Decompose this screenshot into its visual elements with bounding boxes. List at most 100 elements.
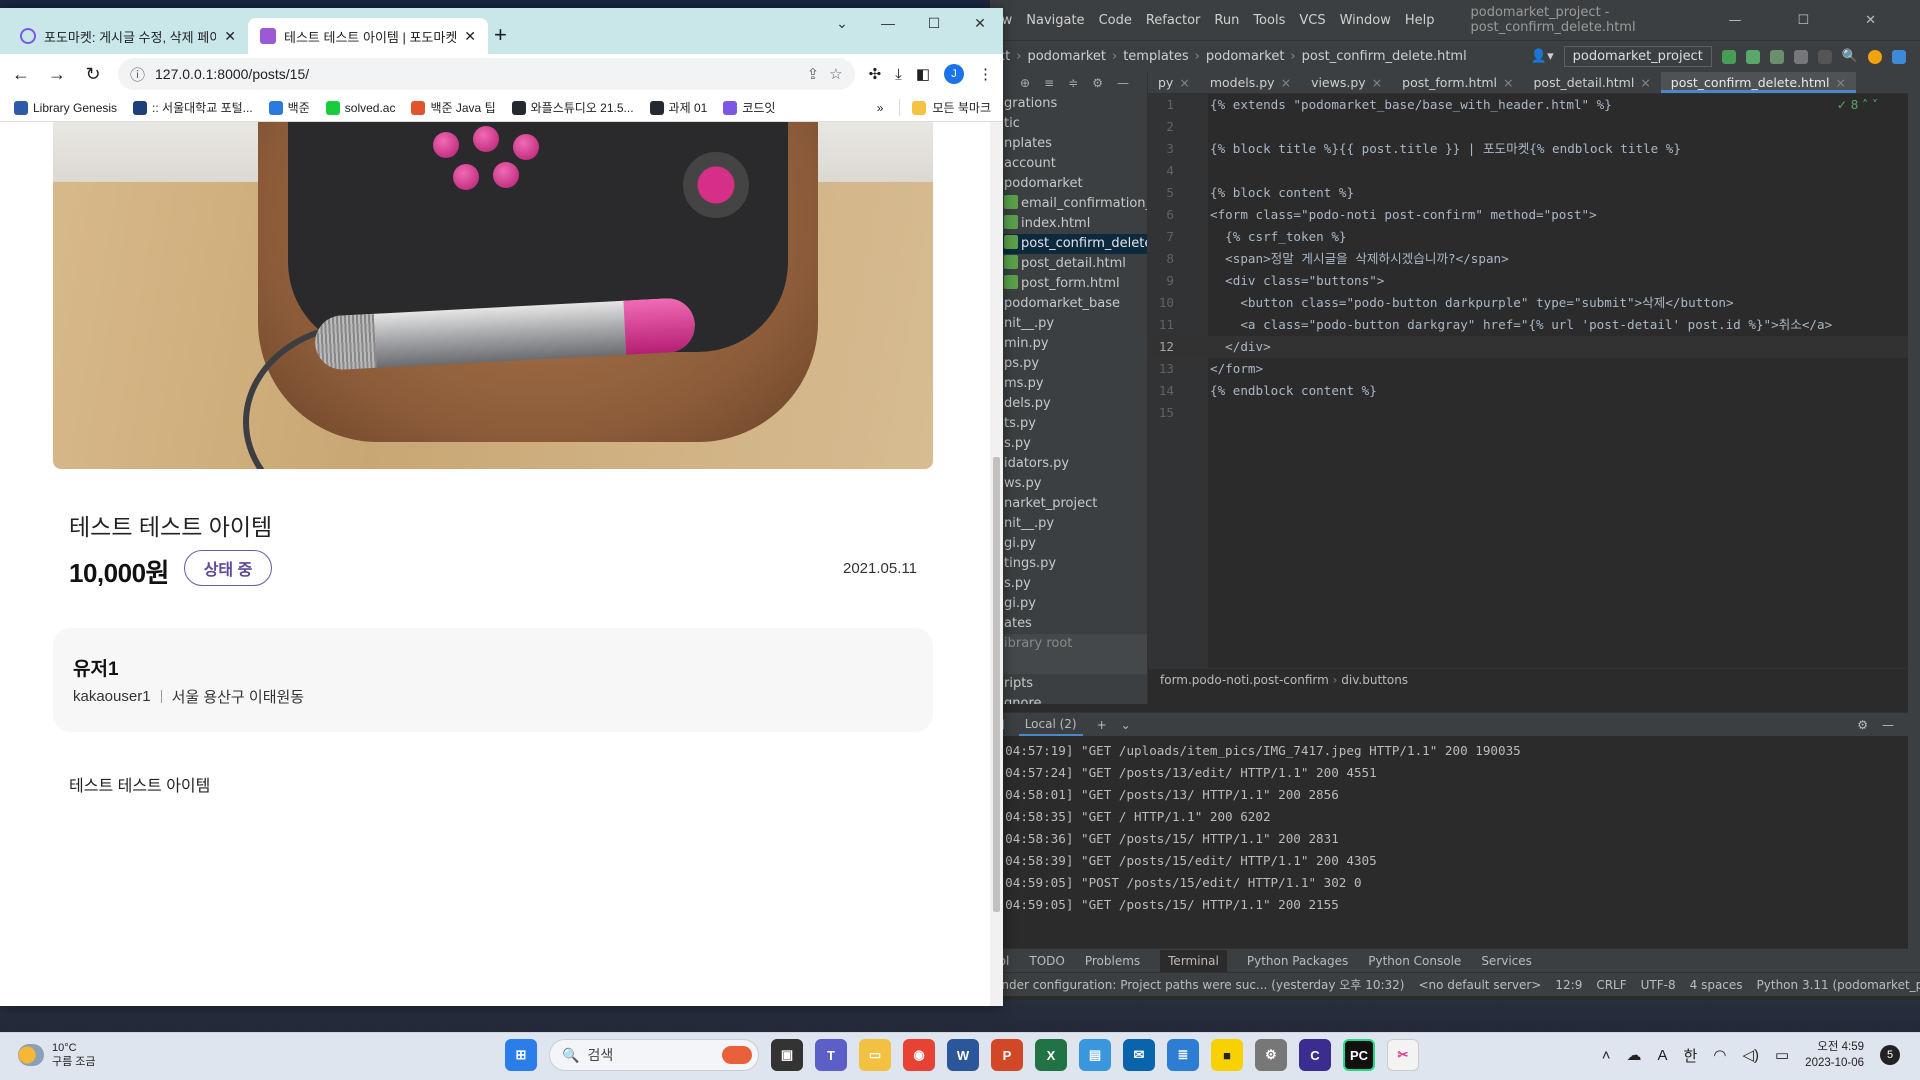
project-tree-item[interactable]: ts.py (990, 414, 1147, 434)
status-indent[interactable]: 4 spaces (1690, 978, 1743, 992)
project-tree-item[interactable]: ripts (990, 674, 1147, 694)
project-tree-item[interactable]: tic (990, 114, 1147, 134)
code-line[interactable]: 12 </div> (1148, 336, 1908, 358)
project-tree-item[interactable]: post_detail.html (990, 254, 1147, 274)
side-panel-icon[interactable]: ◧ (916, 65, 930, 83)
bookmark-item[interactable]: solved.ac (325, 100, 395, 115)
terminal-output[interactable]: 3 04:57:19] "GET /uploads/item_pics/IMG_… (990, 736, 1908, 946)
project-tree-item[interactable]: tings.py (990, 554, 1147, 574)
tool-window-tab[interactable]: Problems (1085, 954, 1140, 968)
editor-tab[interactable]: models.py × (1200, 72, 1301, 93)
project-tree-item[interactable]: nit__.py (990, 514, 1147, 534)
project-tree-item[interactable]: grations (990, 94, 1147, 114)
project-tree-item[interactable] (990, 654, 1147, 674)
status-position[interactable]: 12:9 (1555, 978, 1582, 992)
close-tab-icon[interactable]: ✕ (464, 28, 476, 45)
start-icon[interactable]: ⊞ (505, 1039, 537, 1071)
new-tab-icon[interactable]: + (494, 22, 507, 54)
status-interpreter[interactable]: Python 3.11 (podomarket_project) (1757, 978, 1920, 992)
editor-tab[interactable]: post_confirm_delete.html × (1660, 72, 1857, 93)
clock[interactable]: 오전 4:59 2023-10-06 (1805, 1039, 1864, 1071)
chevron-up-icon[interactable]: ˄ (1602, 1047, 1611, 1064)
bookmark-item[interactable]: 백준 (268, 99, 310, 116)
editor-tab[interactable]: post_detail.html × (1523, 72, 1660, 93)
editor-tab[interactable]: py × (1148, 72, 1200, 93)
code-line[interactable]: 6 <form class="podo-noti post-confirm" me… (1148, 204, 1908, 226)
settings-icon[interactable]: ⚙ (1255, 1039, 1287, 1071)
status-line-sep[interactable]: CRLF (1596, 978, 1626, 992)
menu-refactor[interactable]: Refactor (1146, 13, 1201, 28)
address-bar[interactable]: ⓘ ⇪ ☆ (118, 58, 855, 90)
project-tree-item[interactable]: account (990, 154, 1147, 174)
project-tree-item[interactable]: gi.py (990, 534, 1147, 554)
code-line[interactable]: 11 <a class="podo-button darkgray" href=… (1148, 314, 1908, 336)
site-info-icon[interactable]: ⓘ (130, 64, 145, 85)
pycharm-icon[interactable]: PC (1343, 1039, 1375, 1071)
share-icon[interactable]: ⇪ (807, 65, 820, 83)
project-tree-item[interactable]: post_confirm_delete.htm (990, 234, 1147, 254)
scrollbar-thumb[interactable] (993, 457, 1000, 912)
more-bookmarks-icon[interactable]: » (877, 101, 884, 115)
project-tree-item[interactable]: ms.py (990, 374, 1147, 394)
collapse-icon[interactable]: ≑ (1068, 76, 1078, 90)
volume-icon[interactable]: ◁) (1742, 1046, 1759, 1064)
crumb-templates[interactable]: templates (1123, 49, 1188, 64)
powerpoint-icon[interactable]: P (991, 1039, 1023, 1071)
project-tree-item[interactable]: ates (990, 614, 1147, 634)
wifi-icon[interactable]: ◠ (1713, 1046, 1726, 1064)
hide-icon[interactable]: — (1882, 718, 1908, 732)
notepad-icon[interactable]: ≣ (1167, 1039, 1199, 1071)
project-tree-item[interactable]: s.py (990, 434, 1147, 454)
font-icon[interactable]: A (1658, 1047, 1668, 1064)
project-tree-item[interactable]: podomarket_base (990, 294, 1147, 314)
close-icon[interactable]: ✕ (957, 8, 1003, 38)
tool-window-tab[interactable]: TODO (1029, 954, 1064, 968)
weather-widget[interactable]: 10°C 구름 조금 (18, 1041, 96, 1069)
store-icon[interactable]: ▤ (1079, 1039, 1111, 1071)
code-line[interactable]: 15 (1148, 402, 1908, 424)
menu-run[interactable]: Run (1214, 13, 1239, 28)
close-tab-icon[interactable]: × (1372, 75, 1382, 90)
menu-navigate[interactable]: Navigate (1026, 13, 1084, 28)
status-encoding[interactable]: UTF-8 (1641, 978, 1676, 992)
all-bookmarks-button[interactable]: 모든 북마크 (899, 99, 1003, 116)
coverage-icon[interactable] (1769, 49, 1784, 64)
add-icon[interactable]: + (1097, 718, 1107, 732)
tool-window-tab[interactable]: Services (1481, 954, 1532, 968)
tool-window-tab[interactable]: Python Packages (1247, 954, 1348, 968)
code-editor[interactable]: py × models.py × views.py × post_form.html × pos… (1148, 72, 1908, 690)
inspection-widget[interactable]: ✓ 8 ˄ ˅ (1837, 98, 1878, 112)
bookmark-item[interactable]: Library Genesis (14, 100, 117, 115)
chevron-down-icon[interactable]: ⌄ (1121, 718, 1131, 732)
gear-icon[interactable]: ⚙ (1092, 76, 1103, 90)
code-line[interactable]: 14 {% endblock content %} (1148, 380, 1908, 402)
notification-badge[interactable]: 5 (1880, 1045, 1900, 1065)
bookmark-item[interactable]: 백준 Java 팁 (411, 99, 496, 116)
crumb-div[interactable]: div.buttons (1341, 673, 1408, 687)
code-line[interactable]: 1 {% extends "podomarket_base/base_with_h… (1148, 94, 1908, 116)
maximize-icon[interactable]: ☐ (1797, 13, 1809, 28)
locate-icon[interactable]: ⊕ (1020, 76, 1030, 90)
project-tree-item[interactable]: nit__.py (990, 314, 1147, 334)
page-scrollbar[interactable] (990, 122, 1003, 1006)
code-line[interactable]: 10 <button class="podo-button darkpurple… (1148, 292, 1908, 314)
project-tree-item[interactable]: index.html (990, 214, 1147, 234)
minimize-icon[interactable]: — (1728, 13, 1741, 28)
project-tree-item[interactable]: gnore (990, 694, 1147, 704)
bookmark-item[interactable]: :: 서울대학교 포털... (133, 99, 253, 116)
tool-window-tab[interactable]: Terminal (1160, 949, 1227, 972)
project-tree-item[interactable]: nplates (990, 134, 1147, 154)
search-icon[interactable]: 🔍 (1842, 49, 1858, 64)
minimize-icon[interactable]: — (865, 8, 911, 38)
menu-help[interactable]: Help (1405, 13, 1435, 28)
project-tree-item[interactable]: min.py (990, 334, 1147, 354)
project-tree-item[interactable]: ws.py (990, 474, 1147, 494)
codeit-icon[interactable]: C (1299, 1039, 1331, 1071)
project-tree-item[interactable]: narket_project (990, 494, 1147, 514)
bookmark-item[interactable]: 와플스튜디오 21.5... (511, 99, 634, 116)
download-icon[interactable]: ⤓ (895, 66, 902, 83)
onedrive-icon[interactable]: ☁ (1627, 1046, 1642, 1064)
code-line[interactable]: 13 </form> (1148, 358, 1908, 380)
menu-icon[interactable]: ⋮ (978, 65, 993, 83)
project-tree-item[interactable]: post_form.html (990, 274, 1147, 294)
